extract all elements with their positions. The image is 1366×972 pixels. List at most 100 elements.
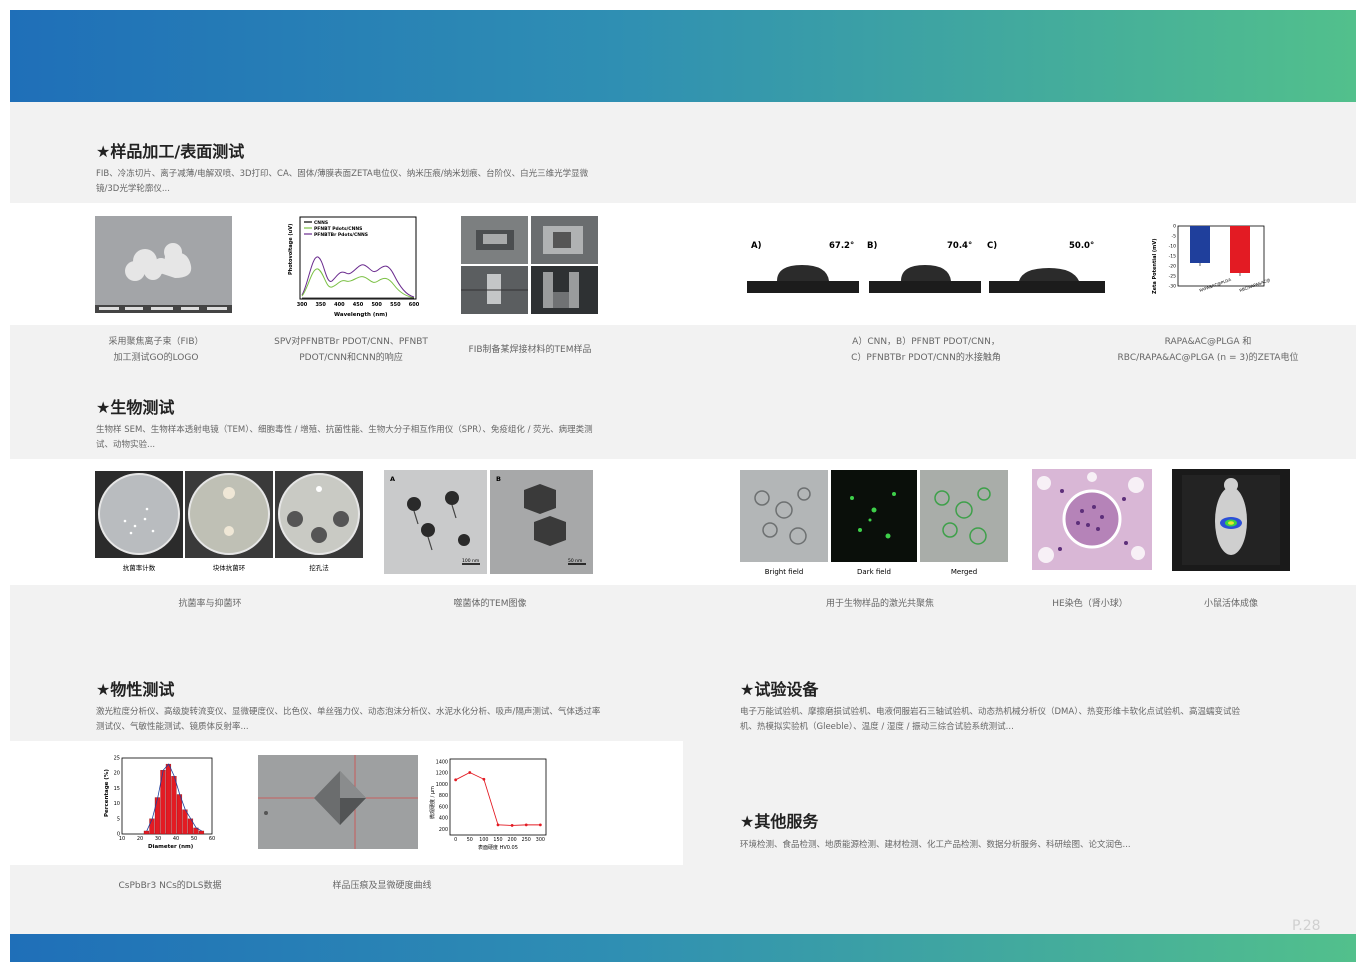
dls-xtick: 30 <box>155 836 161 842</box>
hardness-ytick: 400 <box>439 816 448 822</box>
spv-legend-1: PFNBT Pdots/CNNS <box>314 226 362 232</box>
caption-he: HE染色（肾小球） <box>1052 599 1128 609</box>
hardness-point <box>454 778 458 782</box>
hardness-ytick: 200 <box>439 827 448 833</box>
contact-angle-label-a: A) <box>751 241 762 251</box>
zeta-ytick: -25 <box>1169 274 1176 280</box>
spv-xtick: 450 <box>353 302 364 308</box>
mouse-imaging-image <box>1172 469 1290 571</box>
contact-angle-label-c: C) <box>987 241 997 251</box>
antibacterial-label-2: 挖孔法 <box>309 563 329 572</box>
confocal-label-0: Bright field <box>765 568 804 576</box>
antibacterial-label-0: 抗菌率计数 <box>123 563 156 572</box>
section-title-other: ★其他服务 <box>740 812 819 831</box>
zeta-ytick: -15 <box>1169 254 1176 260</box>
dls-xtick: 40 <box>173 836 179 842</box>
section-title-physical: ★物性测试 <box>96 680 175 699</box>
caption-zeta-line1: RAPA&AC@PLGA 和 <box>1164 337 1252 347</box>
dls-bar <box>143 830 150 835</box>
section-desc-equipment: 电子万能试验机、摩擦磨损试验机、电液伺服岩石三轴试验机、动态热机械分析仪（DMA… <box>740 707 1240 732</box>
spv-xtick: 500 <box>371 302 382 308</box>
zeta-ylabel: Zeta Potential (mV) <box>1152 238 1158 294</box>
header-banner <box>10 10 1356 102</box>
footer-banner <box>10 934 1356 962</box>
hardness-chart: 200 400 600 800 1000 1200 1400 0 50 100 150 200 250… <box>428 755 552 851</box>
hardness-point <box>510 824 514 827</box>
dls-bar <box>176 794 183 835</box>
dls-bar <box>171 776 177 835</box>
section-title-processing: ★样品加工/表面测试 <box>96 142 245 161</box>
hardness-ytick: 600 <box>439 804 448 810</box>
page-number: P.28 <box>1292 918 1321 934</box>
dls-chart: 0 5 10 15 20 25 10 20 30 40 50 60 Percentage (%) D… <box>102 755 220 851</box>
contact-angle-value-a: 67.2° <box>829 241 854 251</box>
section-desc-other: 环境检测、食品检测、地质能源检测、建材检测、化工产品检测、数据分析服务、科研绘图… <box>740 840 1131 850</box>
hardness-ytick: 1200 <box>436 771 448 777</box>
page: ★样品加工/表面测试 FIB、冷冻切片、离子减薄/电解双喷、3D打印、CA、固体… <box>10 10 1356 962</box>
confocal-label-1: Dark field <box>857 568 891 576</box>
phage-label-b: B <box>496 475 501 483</box>
hardness-xtick: 200 <box>508 837 517 843</box>
dls-bar <box>149 818 155 835</box>
spv-xtick: 600 <box>409 302 420 308</box>
hardness-xlabel: 表面硬度 HV0.05 <box>478 844 518 851</box>
spv-xtick: 550 <box>390 302 401 308</box>
caption-spv: SPV对PFNBTBr PDOT/CNN、PFNBT PDOT/CNN和CNN的… <box>260 334 442 366</box>
section-title-equipment: ★试验设备 <box>740 680 819 699</box>
dls-bar <box>154 797 161 835</box>
hardness-xtick: 150 <box>493 837 502 843</box>
spv-ylabel: Photovoltage (uV) <box>288 224 294 275</box>
zeta-ytick: -10 <box>1169 244 1176 250</box>
spv-chart: CNNS PFNBT Pdots/CNNS PFNBTBr Pdots/CNNS… <box>288 215 420 319</box>
caption-zeta-line2: RBC/RAPA&AC@PLGA (n = 3)的ZETA电位 <box>1117 353 1299 363</box>
fib-logo-image <box>95 216 232 313</box>
zeta-ytick: -30 <box>1169 284 1176 290</box>
indentation-image <box>258 755 418 849</box>
contact-angle-value-c: 50.0° <box>1069 241 1094 251</box>
phage-scale-a: 100 nm <box>462 558 479 564</box>
caption-dls: CsPbBr3 NCs的DLS数据 <box>118 881 222 891</box>
caption-antibacterial: 抗菌率与抑菌环 <box>178 599 242 609</box>
spv-xtick: 350 <box>315 302 326 308</box>
caption-contact-angle-line1: A）CNN，B）PFNBT PDOT/CNN， <box>852 337 1000 347</box>
dls-ytick: 25 <box>114 756 120 762</box>
fib-tem-sample-image <box>461 216 598 314</box>
caption-phage: 噬菌体的TEM图像 <box>453 599 527 609</box>
zeta-chart: Zeta Potential (mV) 0 -5 -10 -15 -20 -25 -30 RA… <box>1150 216 1270 320</box>
zeta-ytick: -20 <box>1169 264 1176 270</box>
caption-spv-line2: PDOT/CNN和CNN的响应 <box>299 353 403 363</box>
spv-xtick: 300 <box>297 302 308 308</box>
hardness-ytick: 1400 <box>436 759 448 765</box>
zeta-bar <box>1190 226 1210 263</box>
hardness-point <box>496 823 500 827</box>
contact-angle-images: A) 67.2° B) 70.4° C) 50.0° <box>747 235 1107 295</box>
hardness-ylabel: 微观硬度 / μm <box>429 786 436 819</box>
dls-bar <box>182 809 188 835</box>
section-desc-bio: 生物样 SEM、生物样本透射电镜（TEM）、细胞毒性 / 增殖、抗菌性能、生物大… <box>96 425 593 450</box>
section-desc-processing: FIB、冷冻切片、离子减薄/电解双喷、3D打印、CA、固体/薄膜表面ZETA电位… <box>96 169 589 194</box>
hardness-point <box>482 777 486 781</box>
dls-ytick: 10 <box>114 801 120 807</box>
phage-tem-image: A B 100 nm 50 nm <box>384 470 593 574</box>
contact-angle-label-b: B) <box>867 241 877 251</box>
hardness-ytick: 1000 <box>436 782 448 788</box>
phage-label-a: A <box>390 475 395 483</box>
confocal-images: Bright field Dark field Merged <box>740 470 1010 578</box>
dls-ytick: 20 <box>114 771 120 777</box>
confocal-label-2: Merged <box>951 568 977 576</box>
caption-contact-angle-line2: C）PFNBTBr PDOT/CNN的水接触角 <box>851 353 1001 363</box>
spv-legend-0: CNNS <box>314 220 328 226</box>
caption-confocal: 用于生物样品的激光共聚焦 <box>825 599 934 609</box>
dls-ytick: 15 <box>114 786 120 792</box>
caption-spv-line1: SPV对PFNBTBr PDOT/CNN、PFNBT <box>274 337 428 347</box>
dls-xtick: 60 <box>209 836 215 842</box>
hardness-point <box>468 771 472 774</box>
dls-bar <box>165 763 172 835</box>
dls-xtick: 50 <box>191 836 197 842</box>
dls-xtick: 10 <box>119 836 125 842</box>
spv-xlabel: Wavelength (nm) <box>334 312 388 318</box>
hardness-ytick: 800 <box>439 793 448 799</box>
dls-ylabel: Percentage (%) <box>104 769 110 817</box>
hardness-xtick: 100 <box>479 837 488 843</box>
caption-fib-tem: FIB制备某焊接材料的TEM样品 <box>468 345 592 355</box>
